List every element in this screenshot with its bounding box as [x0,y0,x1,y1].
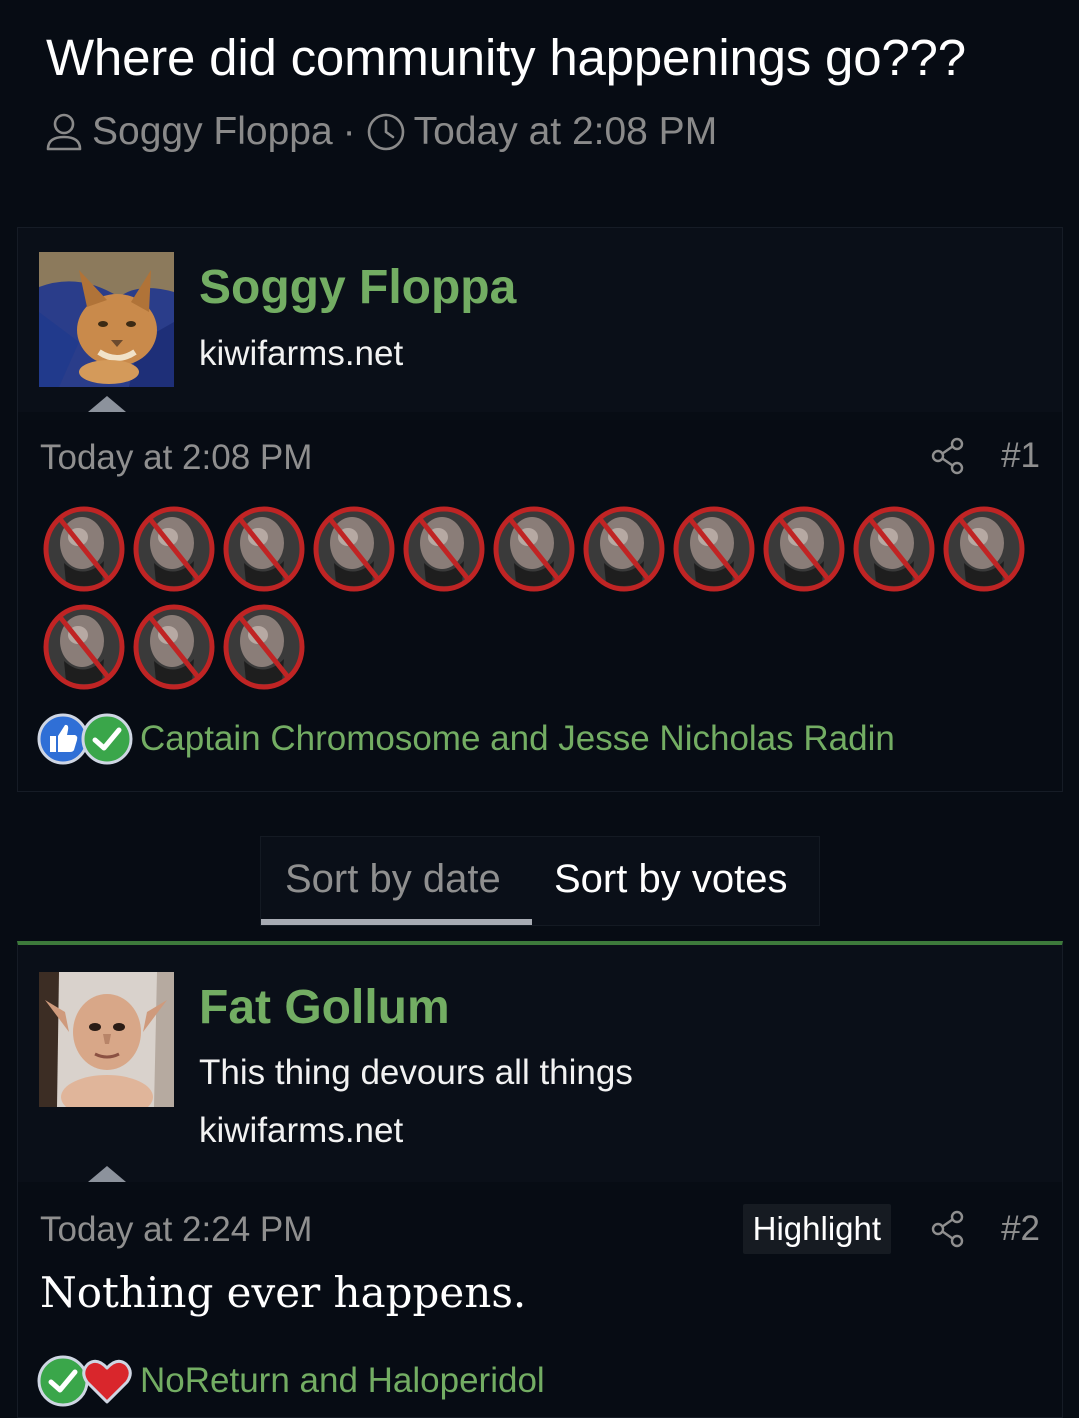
user-site: kiwifarms.net [199,1111,404,1150]
no-trump-emoji-icon [673,506,755,592]
reactions-bar[interactable]: Captain Chromosome and Jesse Nicholas Ra… [36,712,895,766]
no-trump-emoji-icon [943,506,1025,592]
no-trump-emoji-icon [583,506,665,592]
avatar[interactable] [39,252,174,387]
avatar[interactable] [39,972,174,1107]
no-trump-emoji-icon [133,506,215,592]
no-trump-emoji-icon [493,506,575,592]
meta-separator: · [342,110,356,153]
post-tools: Highlight #2 [742,1204,1040,1254]
post-body: Today at 2:08 PM #1 Captain Chromosome a… [18,412,1062,791]
no-trump-emoji-icon [763,506,845,592]
caret-up-icon [88,396,126,412]
reaction-users-link[interactable]: NoReturn and Haloperidol [140,1361,545,1401]
share-icon[interactable] [931,1210,965,1248]
tab-sort-by-votes[interactable]: Sort by votes [532,837,811,925]
agree-icon [81,713,133,765]
no-trump-emoji-icon [853,506,935,592]
highlight-button[interactable]: Highlight [742,1204,892,1254]
sort-tabs: Sort by date Sort by votes [260,836,820,926]
username-link[interactable]: Fat Gollum [199,980,450,1035]
reaction-users-link[interactable]: Captain Chromosome and Jesse Nicholas Ra… [140,719,895,759]
post-user-header: Fat Gollum This thing devours all things… [18,945,1062,1182]
no-trump-emoji-icon [223,604,305,690]
post-number-link[interactable]: #2 [1001,1209,1040,1249]
post-date-link[interactable]: Today at 2:24 PM [40,1210,312,1250]
thread-meta: Soggy Floppa · Today at 2:08 PM [44,110,717,154]
no-trump-emoji-icon [223,506,305,592]
post-1: Soggy Floppa kiwifarms.net Today at 2:08… [17,227,1063,792]
no-trump-emoji-icon [403,506,485,592]
post-body: Today at 2:24 PM Highlight #2 Nothing ev… [18,1182,1062,1417]
emoji-grid [42,503,1042,691]
no-trump-emoji-icon [43,506,125,592]
thread-date-link[interactable]: Today at 2:08 PM [414,110,718,154]
user-site: kiwifarms.net [199,334,404,373]
tab-sort-by-date[interactable]: Sort by date [261,837,532,925]
clock-icon [366,112,406,152]
post-tools: #1 [931,436,1040,476]
post-message: Nothing ever happens. [40,1268,527,1317]
thread-title: Where did community happenings go??? [46,29,966,86]
love-icon [82,1359,132,1404]
caret-up-icon [88,1166,126,1182]
user-title: This thing devours all things [199,1053,633,1092]
share-icon[interactable] [931,437,965,475]
thread-author-link[interactable]: Soggy Floppa [92,110,333,154]
user-icon [44,111,84,153]
post-number-link[interactable]: #1 [1001,436,1040,476]
no-trump-emoji-icon [43,604,125,690]
no-trump-emoji-icon [133,604,215,690]
post-2: Fat Gollum This thing devours all things… [17,941,1063,1418]
username-link[interactable]: Soggy Floppa [199,260,516,315]
reactions-bar[interactable]: NoReturn and Haloperidol [36,1354,545,1408]
no-trump-emoji-icon [313,506,395,592]
post-date-link[interactable]: Today at 2:08 PM [40,438,312,478]
post-user-header: Soggy Floppa kiwifarms.net [18,228,1062,412]
